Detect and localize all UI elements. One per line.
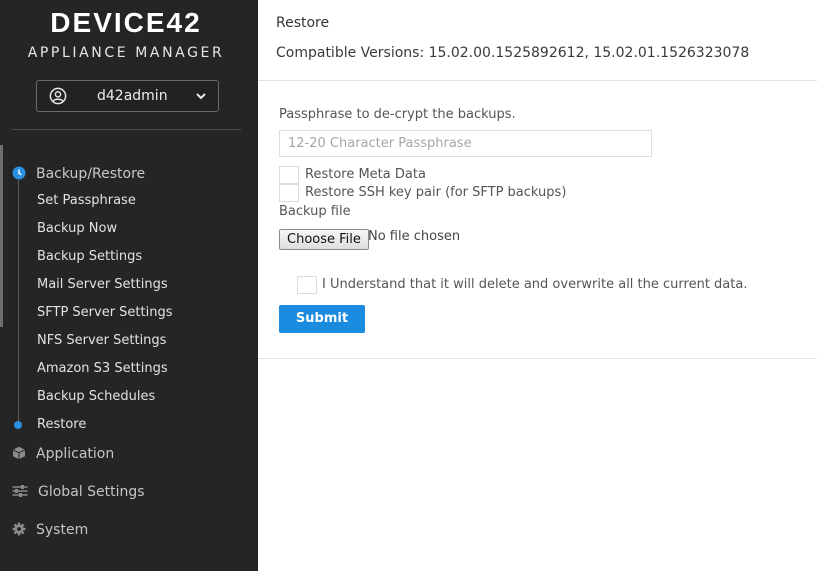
clock-icon [12,166,26,180]
backup-file-label: Backup file [279,204,351,219]
sidebar-item-backup-schedules[interactable]: Backup Schedules [37,387,155,407]
app-subtitle: APPLIANCE MANAGER [27,45,225,61]
choose-file-button[interactable]: Choose File [279,229,369,250]
sidebar-item-backup-now[interactable]: Backup Now [37,219,117,239]
gear-icon [12,522,26,536]
user-circle-icon [49,87,67,105]
chevron-down-icon [196,93,206,100]
main-content: Restore Compatible Versions: 15.02.00.15… [258,0,817,571]
tree-line [18,180,19,425]
username: d42admin [97,88,168,104]
submit-button[interactable]: Submit [279,305,365,333]
confirm-overwrite-label: I Understand that it will delete and ove… [322,277,748,292]
sidebar-divider [12,129,241,130]
restore-meta-data-label: Restore Meta Data [305,167,426,182]
restore-ssh-key-label: Restore SSH key pair (for SFTP backups) [305,185,567,200]
page-title: Restore [276,15,330,31]
confirm-overwrite-checkbox[interactable] [297,276,317,294]
sidebar-item-sftp-server-settings[interactable]: SFTP Server Settings [37,303,173,323]
sidebar-item-set-passphrase[interactable]: Set Passphrase [37,191,136,211]
sidebar-item-amazon-s3-settings[interactable]: Amazon S3 Settings [37,359,168,379]
nav-section-global-settings[interactable]: Global Settings [0,481,240,503]
compatible-versions-text: Compatible Versions: 15.02.00.1525892612… [276,45,750,61]
sidebar-item-backup-settings[interactable]: Backup Settings [37,247,142,267]
sidebar: DEVICE42 APPLIANCE MANAGER d42admin Back… [0,0,258,571]
restore-form: Passphrase to de-crypt the backups. Rest… [258,82,817,359]
nav-section-label: Application [36,446,115,462]
restore-meta-data-checkbox[interactable] [279,166,299,184]
nav-section-label: System [36,522,89,538]
passphrase-input[interactable] [279,130,652,157]
sidebar-item-nfs-server-settings[interactable]: NFS Server Settings [37,331,166,351]
nav-section-label: Global Settings [38,484,145,500]
cube-icon [12,446,26,460]
user-menu-dropdown[interactable]: d42admin [36,80,219,112]
nav-section-backup-restore[interactable]: Backup/Restore [0,163,240,185]
passphrase-label: Passphrase to de-crypt the backups. [279,107,516,122]
page-header: Restore Compatible Versions: 15.02.00.15… [258,0,817,81]
file-status-text: No file chosen [368,229,461,244]
sliders-icon [12,485,28,497]
nav-section-label: Backup/Restore [36,166,146,182]
app-logo: DEVICE42 [50,7,202,38]
nav-section-system[interactable]: System [0,519,240,541]
restore-ssh-key-checkbox[interactable] [279,184,299,202]
sidebar-item-mail-server-settings[interactable]: Mail Server Settings [37,275,168,295]
nav-section-application[interactable]: Application [0,443,240,465]
sidebar-item-restore[interactable]: Restore [37,415,86,435]
active-indicator-dot [14,421,22,429]
